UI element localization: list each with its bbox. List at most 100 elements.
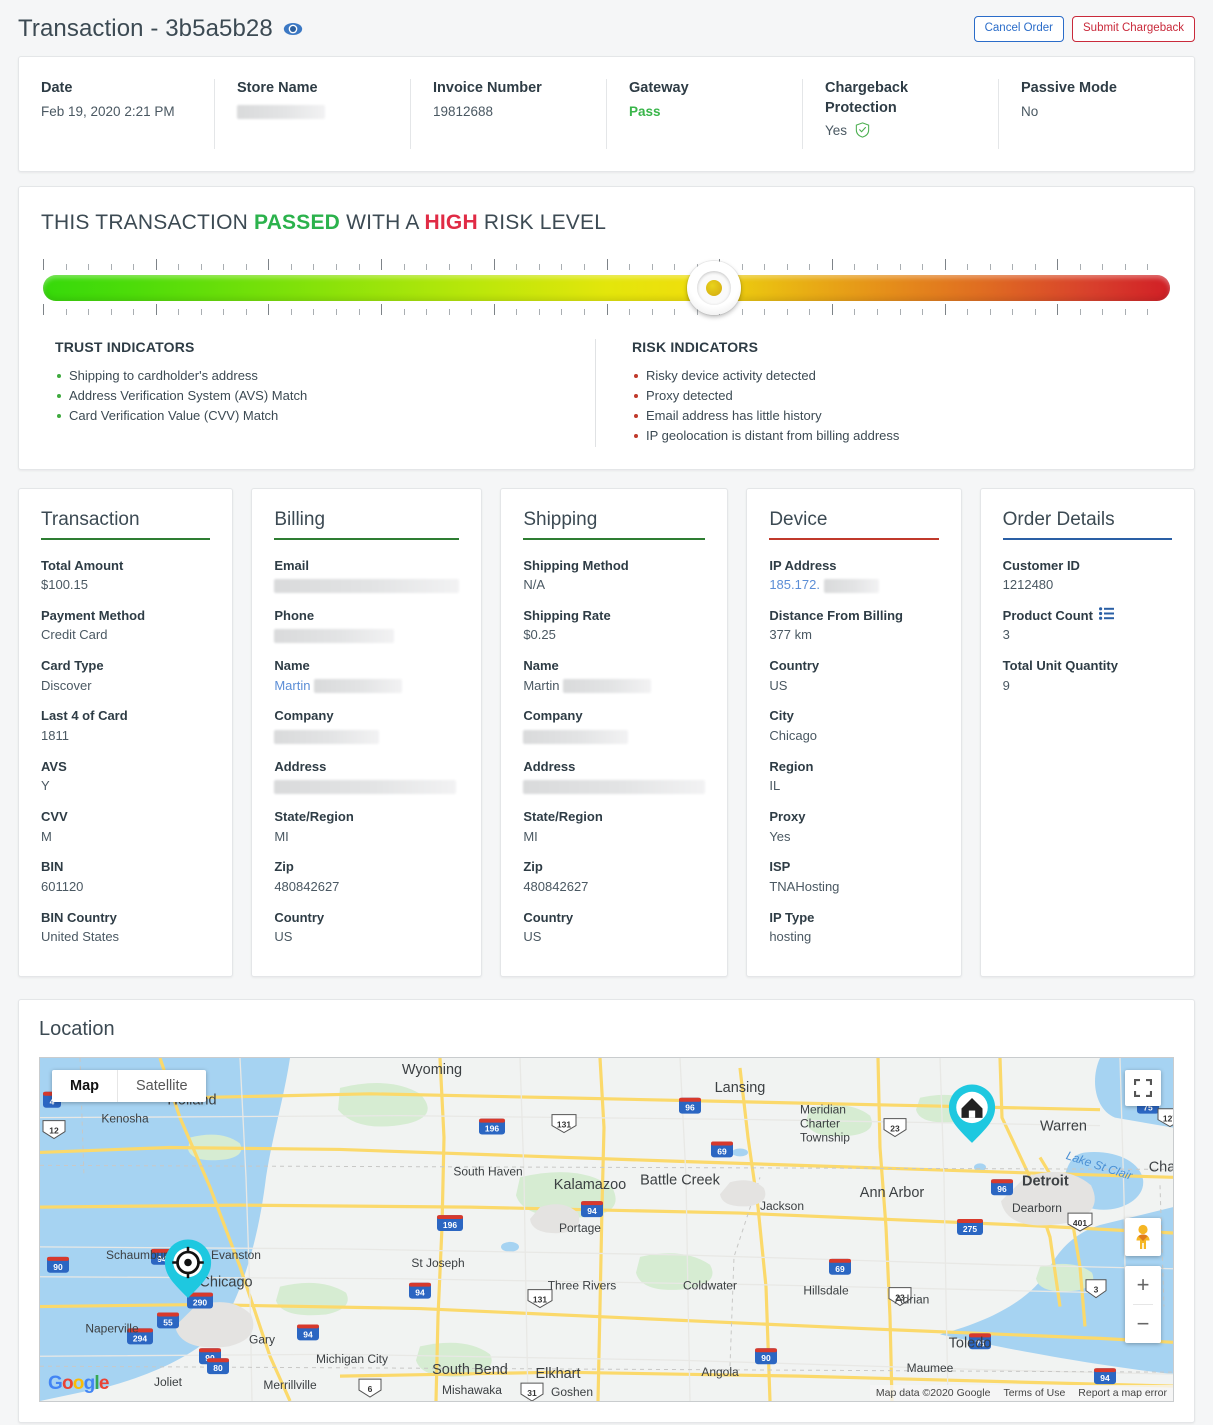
field-value: Discover bbox=[41, 676, 210, 697]
cancel-order-button[interactable]: Cancel Order bbox=[973, 16, 1064, 42]
svg-text:94: 94 bbox=[1100, 1373, 1110, 1383]
shipping-card: Shipping Shipping Method N/A Shipping Rate… bbox=[500, 487, 729, 977]
risk-indicator-item: Proxy detected bbox=[632, 386, 1172, 406]
svg-text:275: 275 bbox=[963, 1224, 977, 1234]
field-value-text: $0.25 bbox=[523, 627, 556, 643]
summary-value: Feb 19, 2020 2:21 PM bbox=[41, 103, 175, 119]
zoom-in-button[interactable]: + bbox=[1125, 1266, 1161, 1304]
map-zoom-control[interactable]: + − bbox=[1125, 1265, 1161, 1343]
shield-check-icon bbox=[855, 122, 870, 144]
summary-gateway: Gateway Pass bbox=[607, 79, 803, 149]
svg-text:Elkhart: Elkhart bbox=[535, 1366, 580, 1382]
field-label: Payment Method bbox=[41, 607, 146, 623]
device-card: Device IP Address 185.172. Distance From B… bbox=[746, 487, 962, 977]
field-label: Country bbox=[523, 909, 574, 925]
field-value-text: MI bbox=[274, 828, 289, 844]
field-value-text: 480842627 bbox=[274, 878, 340, 894]
submit-chargeback-button[interactable]: Submit Chargeback bbox=[1072, 16, 1195, 42]
field-value: $0.25 bbox=[523, 625, 705, 646]
summary-value-redacted bbox=[237, 103, 388, 122]
field-row: City Chicago bbox=[769, 706, 938, 746]
street-view-pegman-icon[interactable] bbox=[1125, 1217, 1161, 1256]
gauge-knob[interactable] bbox=[686, 261, 741, 315]
field-label: Address bbox=[523, 758, 576, 774]
risk-headline-suffix: RISK LEVEL bbox=[483, 211, 607, 234]
field-value-text: 1212480 bbox=[1002, 577, 1054, 593]
summary-label: Date bbox=[41, 80, 73, 96]
redacted-bar bbox=[274, 729, 380, 744]
field-value-text: United States bbox=[41, 929, 120, 945]
svg-text:6: 6 bbox=[368, 1384, 373, 1394]
map-tab-map[interactable]: Map bbox=[52, 1069, 118, 1102]
field-row: Product Count 3 bbox=[1003, 606, 1172, 646]
svg-text:90: 90 bbox=[53, 1262, 63, 1272]
redacted-bar bbox=[237, 105, 325, 119]
field-row: Shipping Rate $0.25 bbox=[523, 606, 705, 646]
field-row: ISP TNAHosting bbox=[769, 857, 938, 897]
summary-strip: Date Feb 19, 2020 2:21 PM Store Name Inv… bbox=[18, 56, 1195, 172]
field-value-text[interactable]: 185.172. bbox=[769, 577, 820, 592]
redacted-bar bbox=[523, 779, 706, 794]
gauge-track bbox=[43, 275, 1170, 301]
transaction-card-title: Transaction bbox=[41, 509, 211, 540]
field-value-text: US bbox=[523, 929, 542, 945]
field-value-text: 480842627 bbox=[523, 878, 589, 894]
svg-text:Naperville: Naperville bbox=[85, 1321, 139, 1335]
svg-text:Maumee: Maumee bbox=[907, 1361, 954, 1375]
field-value-text: US bbox=[274, 929, 293, 945]
field-label: Address bbox=[274, 758, 327, 774]
svg-text:31: 31 bbox=[527, 1388, 537, 1398]
field-row: State/Region MI bbox=[274, 807, 459, 847]
location-title: Location bbox=[39, 1017, 115, 1040]
map-container[interactable]: 96 75 196 131 94 69 23 96 275 401 3 196 … bbox=[39, 1056, 1174, 1402]
order-details-card-title: Order Details bbox=[1002, 509, 1172, 540]
svg-text:23: 23 bbox=[890, 1124, 900, 1134]
report-map-error-link[interactable]: Report a map error bbox=[1078, 1387, 1167, 1399]
list-icon[interactable] bbox=[1098, 606, 1114, 626]
field-row: State/Region MI bbox=[523, 807, 705, 847]
field-row: Proxy Yes bbox=[769, 807, 938, 847]
field-row: Total Unit Quantity 9 bbox=[1003, 656, 1172, 696]
svg-text:401: 401 bbox=[1073, 1218, 1087, 1228]
field-row: Shipping Method N/A bbox=[523, 556, 705, 596]
trust-indicators-list: Shipping to cardholder's address Address… bbox=[55, 366, 595, 426]
risk-gauge[interactable] bbox=[43, 259, 1170, 315]
shipping-card-title: Shipping bbox=[523, 509, 706, 540]
gauge-knob-dot bbox=[705, 280, 722, 296]
terms-of-use-link[interactable]: Terms of Use bbox=[1003, 1387, 1065, 1399]
field-label: Zip bbox=[274, 859, 294, 875]
svg-text:Dearborn: Dearborn bbox=[1012, 1201, 1062, 1215]
field-label: IP Type bbox=[769, 909, 815, 925]
billing-fields: Email Phone Name Martin Company Address State/… bbox=[274, 556, 460, 948]
risk-headline-prefix: THIS TRANSACTION bbox=[41, 211, 248, 234]
field-value-text: 377 km bbox=[769, 627, 812, 643]
field-label: Card Type bbox=[41, 658, 104, 674]
risk-indicator-item: Risky device activity detected bbox=[632, 366, 1172, 386]
svg-text:Gary: Gary bbox=[249, 1332, 275, 1346]
field-label: CVV bbox=[41, 809, 68, 825]
eye-icon[interactable] bbox=[283, 19, 303, 39]
fullscreen-icon[interactable] bbox=[1125, 1069, 1161, 1106]
field-row: Card Type Discover bbox=[41, 656, 210, 696]
indicators-section: TRUST INDICATORS Shipping to cardholder'… bbox=[41, 339, 1172, 447]
field-label: State/Region bbox=[274, 809, 354, 825]
field-label: Name bbox=[523, 658, 559, 674]
redacted-bar bbox=[314, 679, 403, 694]
svg-text:Lansing: Lansing bbox=[715, 1080, 766, 1096]
field-value-text: Y bbox=[41, 778, 50, 794]
field-label: Country bbox=[274, 909, 325, 925]
order-details-card: Order Details Customer ID 1212480 Product … bbox=[979, 487, 1195, 977]
trust-indicators-column: TRUST INDICATORS Shipping to cardholder'… bbox=[41, 339, 595, 447]
map-tab-satellite[interactable]: Satellite bbox=[118, 1070, 206, 1102]
field-value bbox=[274, 776, 459, 797]
field-label: Email bbox=[274, 557, 310, 573]
field-value-text: 601120 bbox=[41, 878, 84, 894]
header-actions: Cancel Order Submit Chargeback bbox=[973, 16, 1195, 42]
field-value-text[interactable]: Martin bbox=[274, 678, 310, 693]
field-label: City bbox=[769, 708, 794, 724]
map-attribution: Map data ©2020 Google Terms of Use Repor… bbox=[869, 1384, 1173, 1401]
field-value: Martin bbox=[274, 676, 459, 697]
map-type-control[interactable]: Map Satellite bbox=[52, 1069, 206, 1102]
svg-text:Cha: Cha bbox=[1149, 1159, 1173, 1175]
zoom-out-button[interactable]: − bbox=[1125, 1305, 1161, 1343]
